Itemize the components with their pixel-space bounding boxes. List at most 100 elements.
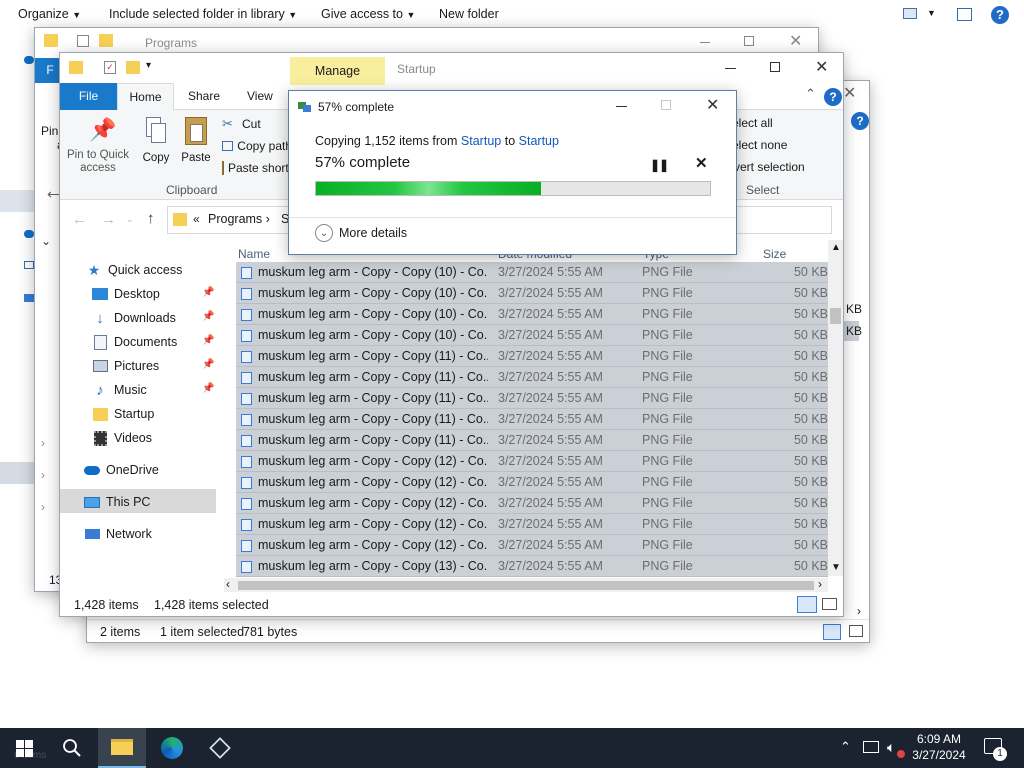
- file-row[interactable]: muskum leg arm - Copy - Copy (11) - Co..…: [236, 409, 828, 430]
- help-icon[interactable]: ?: [851, 112, 869, 130]
- horizontal-scrollbar[interactable]: ‹ ›: [224, 577, 828, 592]
- minimize-icon[interactable]: [700, 42, 710, 43]
- maximize-icon[interactable]: [661, 100, 671, 110]
- more-details-button[interactable]: ⌄ More details: [315, 222, 407, 244]
- view-tab[interactable]: View: [247, 83, 273, 110]
- network-icon[interactable]: [863, 741, 879, 753]
- file-row[interactable]: muskum leg arm - Copy - Copy (13) - Co..…: [236, 556, 828, 577]
- nav-network[interactable]: Network: [84, 522, 216, 546]
- share-tab[interactable]: Share: [188, 83, 220, 110]
- scroll-thumb[interactable]: [830, 308, 841, 324]
- app-taskbar-button[interactable]: [196, 728, 244, 768]
- nav-onedrive[interactable]: OneDrive: [84, 458, 216, 482]
- file-tab[interactable]: File: [60, 83, 117, 110]
- chevron-right-icon[interactable]: ›: [41, 468, 45, 482]
- minimize-icon[interactable]: [616, 106, 627, 107]
- properties-icon[interactable]: ✓: [104, 61, 116, 74]
- scroll-hthumb[interactable]: [238, 581, 814, 590]
- file-row[interactable]: muskum leg arm - Copy - Copy (12) - Co..…: [236, 451, 828, 472]
- scroll-up-icon[interactable]: ▲: [831, 242, 841, 253]
- file-row[interactable]: muskum leg arm - Copy - Copy (12) - Co..…: [236, 493, 828, 514]
- view-options-icon[interactable]: [903, 8, 917, 19]
- nav-documents[interactable]: Documents 📌: [92, 330, 216, 354]
- maximize-icon[interactable]: [770, 62, 780, 72]
- close-icon[interactable]: ✕: [706, 95, 719, 115]
- nav-videos[interactable]: Videos: [92, 426, 216, 450]
- source-folder-link[interactable]: Startup: [461, 134, 501, 148]
- paste-shortcut-button[interactable]: Paste shortcut: [222, 159, 292, 177]
- file-row[interactable]: muskum leg arm - Copy - Copy (12) - Co..…: [236, 472, 828, 493]
- paste-button[interactable]: Paste: [178, 115, 214, 164]
- file-row[interactable]: muskum leg arm - Copy - Copy (11) - Co..…: [236, 388, 828, 409]
- maximize-icon[interactable]: [744, 36, 754, 46]
- file-row[interactable]: muskum leg arm - Copy - Copy (10) - Co..…: [236, 325, 828, 346]
- help-icon[interactable]: ?: [991, 6, 1009, 24]
- clock[interactable]: 6:09 AM 3/27/2024: [904, 731, 974, 763]
- pause-icon[interactable]: ❚❚: [650, 158, 669, 172]
- search-button[interactable]: [48, 728, 96, 768]
- cut-button[interactable]: ✂ Cut: [222, 115, 261, 133]
- home-tab[interactable]: Home: [117, 83, 174, 111]
- close-icon[interactable]: ✕: [789, 31, 802, 51]
- file-row[interactable]: muskum leg arm - Copy - Copy (11) - Co..…: [236, 430, 828, 451]
- file-row[interactable]: muskum leg arm - Copy - Copy (12) - Co..…: [236, 535, 828, 556]
- organize-menu[interactable]: Organize ▼: [18, 7, 81, 21]
- breadcrumb-overflow[interactable]: «: [193, 212, 200, 226]
- close-icon[interactable]: ✕: [815, 57, 828, 77]
- file-row[interactable]: muskum leg arm - Copy - Copy (12) - Co..…: [236, 514, 828, 535]
- back-arrow-icon[interactable]: ←: [72, 211, 87, 228]
- volume-icon[interactable]: 🔈︎: [887, 739, 895, 756]
- pin-quick-access-button[interactable]: 📌 Pin to Quick access: [66, 115, 130, 175]
- copy-button[interactable]: Copy: [138, 115, 174, 164]
- give-access-menu[interactable]: Give access to ▼: [321, 7, 415, 21]
- preview-pane-icon[interactable]: [957, 8, 972, 21]
- file-row[interactable]: muskum leg arm - Copy - Copy (10) - Co..…: [236, 262, 828, 283]
- nav-this-pc[interactable]: This PC: [84, 490, 216, 514]
- column-header-size[interactable]: Size: [763, 247, 786, 261]
- new-folder-button[interactable]: New folder: [439, 7, 499, 21]
- nav-downloads[interactable]: ↓ Downloads 📌: [92, 306, 216, 330]
- nav-desktop[interactable]: Desktop 📌: [92, 282, 216, 306]
- cancel-icon[interactable]: ✕: [695, 154, 708, 172]
- breadcrumb-programs[interactable]: Programs ›: [208, 212, 270, 226]
- scroll-right-icon[interactable]: ›: [818, 577, 822, 591]
- scroll-down-icon[interactable]: ▼: [831, 562, 841, 573]
- scroll-left-icon[interactable]: ‹: [226, 577, 230, 591]
- chevron-right-icon[interactable]: ›: [41, 500, 45, 514]
- details-view-icon[interactable]: [797, 596, 817, 613]
- file-row[interactable]: muskum leg arm - Copy - Copy (10) - Co..…: [236, 283, 828, 304]
- forward-arrow-icon[interactable]: →: [101, 211, 116, 228]
- vertical-scrollbar[interactable]: ▲ ▼: [828, 240, 843, 576]
- nav-quick-access[interactable]: ★ Quick access: [86, 258, 216, 282]
- invert-selection-button[interactable]: Invert selection: [724, 160, 812, 174]
- minimize-icon[interactable]: [725, 68, 736, 69]
- chevron-down-icon[interactable]: ⌄: [126, 214, 134, 225]
- file-row[interactable]: muskum leg arm - Copy - Copy (11) - Co..…: [236, 346, 828, 367]
- file-explorer-taskbar-button[interactable]: [98, 728, 146, 768]
- nav-pictures[interactable]: Pictures 📌: [92, 354, 216, 378]
- new-folder-icon[interactable]: [126, 61, 140, 74]
- start-button[interactable]: [0, 728, 48, 768]
- chevron-up-icon[interactable]: ⌃: [840, 739, 851, 755]
- destination-folder-link[interactable]: Startup: [519, 134, 559, 148]
- chevron-up-icon[interactable]: ⌃: [805, 86, 816, 102]
- close-icon[interactable]: ✕: [843, 83, 856, 103]
- manage-tab[interactable]: Manage: [290, 57, 385, 85]
- chevron-right-icon[interactable]: ›: [41, 436, 45, 450]
- chevron-down-icon[interactable]: ⌄: [41, 234, 51, 248]
- include-folder-menu[interactable]: Include selected folder in library ▼: [109, 7, 297, 21]
- up-arrow-icon[interactable]: ↑: [147, 210, 155, 227]
- chevron-down-icon[interactable]: ▾: [146, 60, 151, 71]
- large-icons-view-icon[interactable]: [849, 625, 863, 637]
- chevron-down-icon[interactable]: ▼: [927, 8, 936, 18]
- help-icon[interactable]: ?: [824, 88, 842, 106]
- details-view-icon[interactable]: [823, 624, 841, 640]
- file-row[interactable]: muskum leg arm - Copy - Copy (11) - Co..…: [236, 367, 828, 388]
- large-icons-view-icon[interactable]: [822, 598, 837, 610]
- nav-startup[interactable]: Startup: [92, 402, 216, 426]
- copy-path-button[interactable]: Copy path: [222, 137, 292, 155]
- scroll-right-icon[interactable]: ›: [857, 604, 861, 618]
- nav-music[interactable]: ♪ Music 📌: [92, 378, 216, 402]
- file-row[interactable]: muskum leg arm - Copy - Copy (10) - Co..…: [236, 304, 828, 325]
- edge-taskbar-button[interactable]: [148, 728, 196, 768]
